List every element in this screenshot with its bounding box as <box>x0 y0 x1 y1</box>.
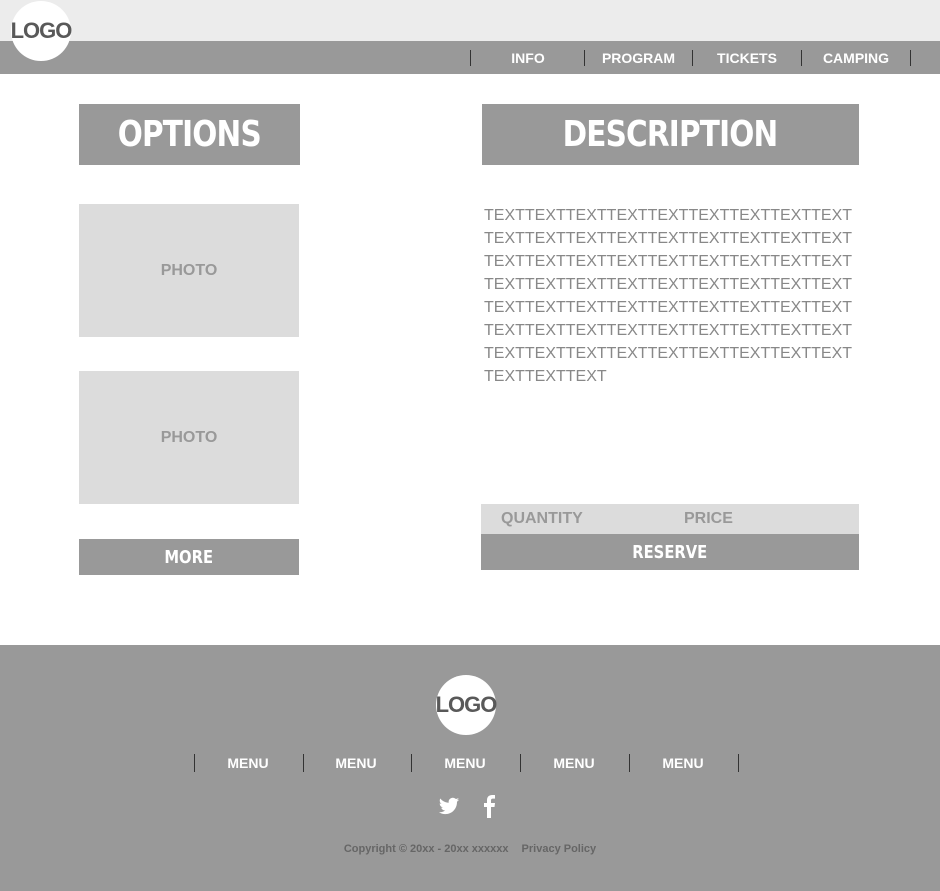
twitter-icon[interactable] <box>438 794 460 818</box>
nav-item-info[interactable]: INFO <box>471 49 585 67</box>
footer-divider <box>194 754 195 772</box>
quantity-field[interactable]: QUANTITY <box>501 508 583 530</box>
copyright-line: Copyright © 20xx - 20xx xxxxxx Privacy P… <box>0 843 940 855</box>
photo-placeholder-2[interactable]: PHOTO <box>79 371 299 504</box>
reserve-button-label: RESERVE <box>632 541 708 563</box>
reserve-button[interactable]: RESERVE <box>481 534 859 570</box>
description-body: TEXTTEXTTEXTTEXTTEXTTEXTTEXTTEXTTEXTTEXT… <box>484 207 853 385</box>
footer-logo[interactable]: LOGO <box>436 675 497 735</box>
more-button[interactable]: MORE <box>79 539 299 575</box>
footer-menu-item-5[interactable]: MENU <box>638 754 728 772</box>
description-heading-text: DESCRIPTION <box>563 114 779 155</box>
options-heading: OPTIONS <box>79 104 300 165</box>
more-button-label: MORE <box>164 546 214 568</box>
options-heading-text: OPTIONS <box>117 114 262 155</box>
copyright-text: Copyright © 20xx - 20xx xxxxxx <box>343 843 509 855</box>
footer-divider <box>738 754 739 772</box>
footer-menu-item-2[interactable]: MENU <box>311 754 401 772</box>
footer-divider <box>303 754 304 772</box>
nav-item-camping[interactable]: CAMPING <box>802 49 910 67</box>
top-strip <box>0 0 940 41</box>
footer-divider <box>629 754 630 772</box>
footer-menu-item-1[interactable]: MENU <box>203 754 293 772</box>
privacy-policy-link[interactable]: Privacy Policy <box>522 843 597 855</box>
footer-menu-item-3[interactable]: MENU <box>420 754 510 772</box>
nav-divider <box>910 50 911 66</box>
footer-menu-item-4[interactable]: MENU <box>529 754 619 772</box>
nav-item-program[interactable]: PROGRAM <box>585 49 692 67</box>
price-field: PRICE <box>684 510 733 527</box>
facebook-icon[interactable] <box>482 794 496 818</box>
header-logo[interactable]: LOGO <box>11 1 72 61</box>
footer-divider <box>520 754 521 772</box>
description-heading: DESCRIPTION <box>482 104 859 165</box>
footer-divider <box>411 754 412 772</box>
nav-item-tickets[interactable]: TICKETS <box>693 49 801 67</box>
photo-placeholder-1[interactable]: PHOTO <box>79 204 299 337</box>
